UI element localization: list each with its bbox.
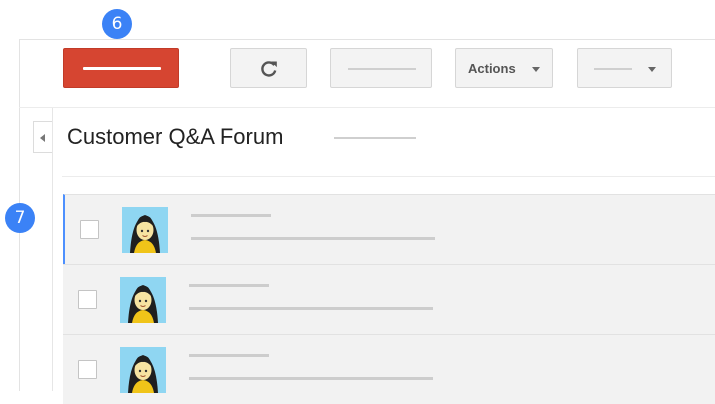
chevron-left-icon xyxy=(40,134,45,142)
sidebar-divider xyxy=(52,108,53,391)
thread-row[interactable] xyxy=(63,194,715,264)
refresh-icon xyxy=(261,61,277,77)
avatar xyxy=(120,277,166,323)
button-label-placeholder xyxy=(348,68,416,70)
thread-checkbox[interactable] xyxy=(78,360,97,379)
compose-label-placeholder xyxy=(83,67,161,70)
thread-title-placeholder xyxy=(189,354,269,357)
list-divider xyxy=(62,176,715,177)
thread-row[interactable] xyxy=(63,334,715,404)
thread-row[interactable] xyxy=(63,264,715,334)
refresh-button[interactable] xyxy=(230,48,307,88)
more-dropdown[interactable] xyxy=(577,48,672,88)
avatar xyxy=(122,207,168,253)
step-badge-7: 7 xyxy=(5,203,35,233)
thread-title-placeholder xyxy=(191,214,271,217)
dropdown-label-placeholder xyxy=(594,68,632,70)
actions-dropdown[interactable]: Actions xyxy=(455,48,553,88)
thread-checkbox[interactable] xyxy=(78,290,97,309)
page-title: Customer Q&A Forum xyxy=(67,124,284,149)
chevron-down-icon xyxy=(532,67,540,72)
chevron-down-icon xyxy=(648,67,656,72)
title-subtext-placeholder xyxy=(334,137,416,139)
thread-snippet-placeholder xyxy=(189,307,433,310)
thread-snippet-placeholder xyxy=(191,237,435,240)
avatar xyxy=(120,347,166,393)
thread-snippet-placeholder xyxy=(189,377,433,380)
toolbar-button-blank[interactable] xyxy=(330,48,432,88)
thread-title-placeholder xyxy=(189,284,269,287)
actions-label: Actions xyxy=(468,61,516,76)
compose-button[interactable] xyxy=(63,48,179,88)
toolbar-divider xyxy=(19,107,715,108)
collapse-sidebar-button[interactable] xyxy=(33,121,53,153)
step-badge-6: 6 xyxy=(102,9,132,39)
thread-checkbox[interactable] xyxy=(80,220,99,239)
